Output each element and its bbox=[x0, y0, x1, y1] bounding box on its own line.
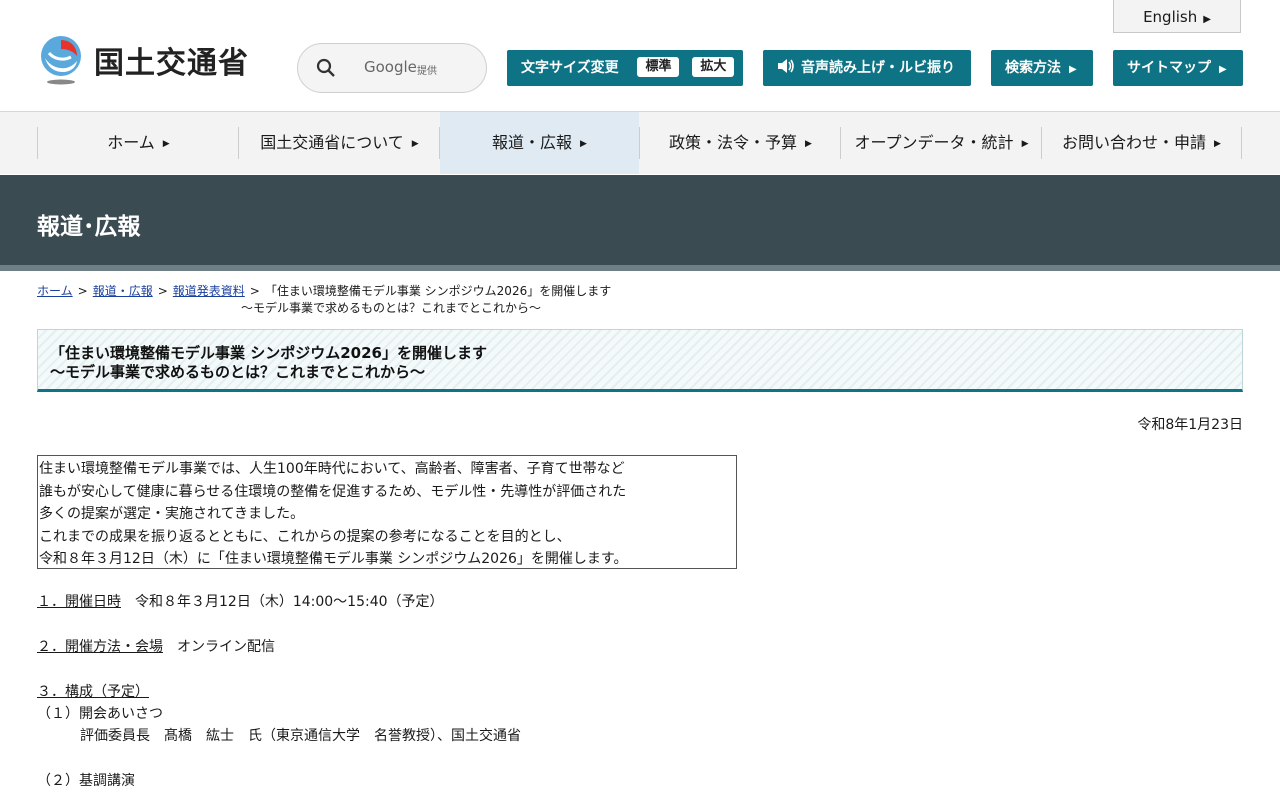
nav-divider bbox=[1241, 127, 1242, 159]
program-item-opening: （１）開会あいさつ bbox=[37, 706, 163, 722]
intro-line: 住まい環境整備モデル事業では、人生100年時代において、高齢者、障害者、子育て世… bbox=[39, 461, 625, 477]
english-label: English bbox=[1143, 8, 1198, 26]
logo-text: 国土交通省 bbox=[94, 46, 249, 81]
program-item-opening-detail: 評価委員長 髙橋 紘士 氏（東京通信大学 名誉教授）、国土交通省 bbox=[80, 728, 521, 744]
banner-divider bbox=[0, 265, 1280, 271]
section-heading: １．開催日時 bbox=[37, 594, 121, 610]
intro-line: 誰もが安心して健康に暮らせる住環境の整備を促進するため、モデル性・先導性が評価さ… bbox=[39, 483, 627, 500]
page-banner: 報道･広報 bbox=[0, 175, 1280, 267]
arrow-right-icon: ▶ bbox=[162, 139, 170, 149]
banner-title: 報道･広報 bbox=[37, 214, 141, 240]
speaker-icon bbox=[778, 59, 794, 73]
font-size-control: 文字サイズ変更 標準 拡大 bbox=[507, 50, 743, 86]
speech-label: 音声読み上げ・ルビ振り bbox=[801, 60, 955, 76]
breadcrumb-releases-link[interactable]: 報道発表資料 bbox=[173, 284, 245, 298]
arrow-right-icon: ▶ bbox=[580, 139, 587, 149]
breadcrumb-separator: > bbox=[157, 284, 168, 298]
font-standard-button[interactable]: 標準 bbox=[637, 57, 680, 77]
site-header: 国土交通省 English ▶ Google 提供 文字サイズ変更 標準 拡大 音… bbox=[0, 0, 1280, 112]
nav-label: お問い合わせ・申請 bbox=[1062, 133, 1207, 152]
nav-item-contact[interactable]: お問い合わせ・申請 ▶ bbox=[1042, 112, 1241, 174]
article-title-line2: ～モデル事業で求めるものとは？これまでとこれから～ bbox=[50, 363, 426, 381]
nav-item-opendata[interactable]: オープンデータ・統計 ▶ bbox=[841, 112, 1042, 174]
program-item-keynote: （２）基調講演 bbox=[37, 773, 135, 789]
intro-box: 住まい環境整備モデル事業では、人生100年時代において、高齢者、障害者、子育て世… bbox=[37, 455, 737, 569]
arrow-right-icon: ▶ bbox=[1214, 139, 1221, 149]
search-method-button[interactable]: 検索方法 ▶ bbox=[991, 50, 1093, 86]
nav-label: 国土交通省について bbox=[260, 133, 404, 152]
google-provided-text: 提供 bbox=[417, 66, 437, 77]
section-heading: ３．構成（予定） bbox=[37, 684, 149, 700]
logo-mark-icon bbox=[41, 36, 81, 85]
sitemap-label: サイトマップ bbox=[1127, 60, 1211, 76]
google-brand-text: Google bbox=[364, 58, 417, 76]
breadcrumb-home-link[interactable]: ホーム bbox=[37, 284, 73, 298]
search-icon[interactable] bbox=[316, 58, 336, 78]
section-datetime: １．開催日時 令和８年３月12日（木）14:00～15:40（予定） bbox=[37, 591, 444, 613]
breadcrumb: ホーム > 報道・広報 > 報道発表資料 > 「住まい環境整備モデル事業 シンポジウム202… bbox=[37, 283, 611, 300]
global-nav: ホーム ▶ 国土交通省について ▶ 報道・広報 ▶ 政策・法令・予算 ▶ オープンデータ… bbox=[0, 112, 1280, 174]
section-body: オンライン配信 bbox=[177, 639, 275, 655]
section-heading: ２．開催方法・会場 bbox=[37, 639, 163, 655]
breadcrumb-current-line2: ～モデル事業で求めるものとは？これまでとこれから～ bbox=[241, 301, 542, 315]
nav-label: 報道・広報 bbox=[492, 133, 573, 152]
breadcrumb-press-link[interactable]: 報道・広報 bbox=[93, 284, 153, 298]
arrow-right-icon: ▶ bbox=[805, 139, 812, 149]
breadcrumb-current-line1: 「住まい環境整備モデル事業 シンポジウム2026」を開催します bbox=[264, 284, 612, 298]
article-title-box: 「住まい環境整備モデル事業 シンポジウム2026」を開催します ～モデル事業で求… bbox=[37, 329, 1243, 392]
section-body: 令和８年３月12日（木）14:00～15:40（予定） bbox=[135, 594, 444, 610]
section-venue: ２．開催方法・会場 オンライン配信 bbox=[37, 636, 275, 658]
mlit-logo[interactable]: 国土交通省 bbox=[36, 34, 266, 88]
article-title-line1: 「住まい環境整備モデル事業 シンポジウム2026」を開催します bbox=[50, 344, 487, 362]
arrow-right-icon: ▶ bbox=[1069, 64, 1077, 75]
nav-label: 政策・法令・予算 bbox=[669, 133, 798, 152]
article-title: 「住まい環境整備モデル事業 シンポジウム2026」を開催します ～モデル事業で求… bbox=[50, 344, 487, 382]
nav-label: オープンデータ・統計 bbox=[854, 133, 1014, 152]
arrow-right-icon: ▶ bbox=[1021, 139, 1029, 149]
intro-line: 多くの提案が選定・実施されてきました。 bbox=[39, 506, 305, 523]
font-size-label: 文字サイズ変更 bbox=[521, 60, 619, 76]
arrow-right-icon: ▶ bbox=[1219, 64, 1227, 75]
intro-line: 令和８年３月12日（木）に「住まい環境整備モデル事業 シンポジウム2026」を開… bbox=[39, 551, 628, 568]
nav-item-policy[interactable]: 政策・法令・予算 ▶ bbox=[640, 112, 841, 174]
breadcrumb-separator: > bbox=[249, 284, 260, 298]
section-program: ３．構成（予定） bbox=[37, 681, 149, 703]
arrow-right-icon: ▶ bbox=[1203, 14, 1211, 25]
nav-label: ホーム bbox=[107, 133, 155, 152]
publish-date: 令和8年1月23日 bbox=[1137, 417, 1243, 433]
nav-item-press[interactable]: 報道・広報 ▶ bbox=[440, 112, 639, 174]
intro-line: これまでの成果を振り返るとともに、これからの提案の参考になることを目的とし、 bbox=[39, 528, 571, 545]
font-large-button[interactable]: 拡大 bbox=[692, 57, 735, 77]
speech-ruby-button[interactable]: 音声読み上げ・ルビ振り bbox=[763, 50, 971, 86]
search-box[interactable]: Google 提供 bbox=[297, 43, 487, 93]
english-link[interactable]: English ▶ bbox=[1113, 0, 1241, 33]
search-method-label: 検索方法 bbox=[1005, 60, 1061, 76]
arrow-right-icon: ▶ bbox=[411, 139, 419, 149]
sitemap-button[interactable]: サイトマップ ▶ bbox=[1113, 50, 1243, 86]
breadcrumb-separator: > bbox=[77, 284, 88, 298]
nav-item-home[interactable]: ホーム ▶ bbox=[38, 112, 239, 174]
nav-item-about[interactable]: 国土交通省について ▶ bbox=[239, 112, 440, 174]
